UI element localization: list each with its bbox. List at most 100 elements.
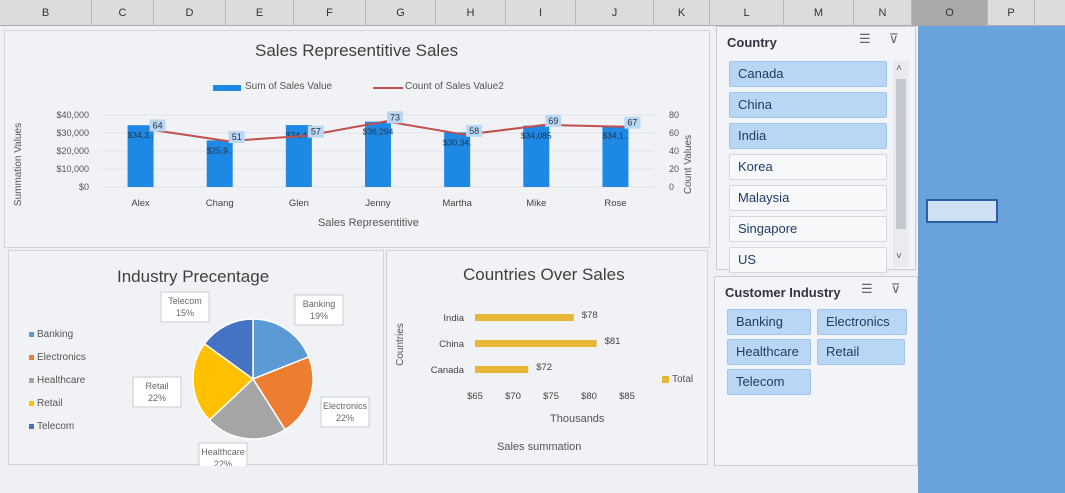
sales-rep-chart[interactable]: Sales Representitive Sales Sum of Sales … — [4, 30, 710, 248]
category-label: Alex — [131, 198, 150, 209]
country-bar[interactable] — [475, 366, 529, 373]
left-tick-label: $30,000 — [56, 128, 89, 138]
country-slicer-item[interactable]: Malaysia — [729, 185, 887, 211]
countries-sales-chart[interactable]: Countries Over Sales Countries Thousands… — [386, 250, 708, 465]
column-header-J[interactable]: J — [576, 0, 654, 26]
category-label: Chang — [206, 198, 234, 209]
pie-category-label: Banking — [303, 299, 336, 309]
pie-category-label: Electronics — [323, 401, 368, 411]
clear-filter-icon[interactable]: ⊽ — [889, 31, 899, 47]
country-slicer-header: Country — [727, 35, 777, 50]
right-tick-label: 20 — [669, 164, 679, 174]
industry-slicer[interactable]: Customer Industry ☰ ⊽ Banking Electronics… — [714, 276, 918, 466]
pie-percent-label: 19% — [310, 311, 328, 321]
clear-filter-icon[interactable]: ⊽ — [891, 281, 901, 297]
pie-percent-label: 22% — [214, 459, 232, 466]
country-bar[interactable] — [475, 314, 574, 321]
category-label: Jenny — [365, 198, 391, 209]
pie-percent-label: 15% — [176, 308, 194, 318]
column-header-I[interactable]: I — [506, 0, 576, 26]
country-x-tick: $70 — [505, 391, 521, 402]
column-header-F[interactable]: F — [294, 0, 366, 26]
industry-slicer-item[interactable]: Healthcare — [727, 339, 811, 365]
country-slicer-item[interactable]: India — [729, 123, 887, 149]
left-tick-label: $0 — [79, 182, 89, 192]
column-header-bar: BCDEFGHIJKLMNOP — [0, 0, 1065, 26]
industry-slicer-item[interactable]: Retail — [817, 339, 905, 365]
count-data-label: 69 — [548, 116, 558, 126]
country-value-label: $81 — [605, 336, 621, 347]
pie-percent-label: 22% — [336, 413, 354, 423]
left-tick-label: $10,000 — [56, 164, 89, 174]
left-tick-label: $20,000 — [56, 146, 89, 156]
column-header-E[interactable]: E — [226, 0, 294, 26]
column-header-B[interactable]: B — [0, 0, 92, 26]
country-x-tick: $75 — [543, 391, 559, 402]
industry-pie-chart[interactable]: Industry Precentage Banking Electronics He… — [8, 250, 384, 466]
country-x-tick: $65 — [467, 391, 483, 402]
country-category-label: India — [443, 313, 464, 324]
country-value-label: $78 — [582, 310, 598, 321]
category-label: Mike — [526, 198, 546, 209]
count-data-label: 67 — [627, 118, 637, 128]
country-category-label: Canada — [431, 365, 465, 376]
column-header-M[interactable]: M — [784, 0, 854, 26]
scroll-down-icon[interactable]: ˅ — [896, 251, 902, 262]
column-header-P[interactable]: P — [988, 0, 1035, 26]
column-header-K[interactable]: K — [654, 0, 710, 26]
country-x-tick: $85 — [619, 391, 635, 402]
column-header-C[interactable]: C — [92, 0, 154, 26]
country-slicer-item[interactable]: Canada — [729, 61, 887, 87]
column-header-G[interactable]: G — [366, 0, 436, 26]
countries-plot: India $78 China $81 Canada $72 $65 $70 $75 $80 $85 — [431, 310, 635, 402]
category-label: Martha — [442, 198, 472, 209]
scroll-up-icon[interactable]: ˄ — [896, 63, 902, 74]
scroll-thumb[interactable] — [896, 79, 906, 229]
count-data-label: 64 — [153, 120, 163, 130]
count-data-label: 51 — [232, 132, 242, 142]
country-slicer-item[interactable]: China — [729, 92, 887, 118]
multi-select-icon[interactable]: ☰ — [861, 281, 873, 297]
count-data-label: 73 — [390, 112, 400, 122]
industry-slicer-header: Customer Industry — [725, 285, 841, 300]
country-x-tick: $80 — [581, 391, 597, 402]
column-header-O[interactable]: O — [912, 0, 988, 26]
country-slicer-item[interactable]: Singapore — [729, 216, 887, 242]
left-tick-label: $40,000 — [56, 110, 89, 120]
right-tick-label: 60 — [669, 128, 679, 138]
column-header-N[interactable]: N — [854, 0, 912, 26]
country-slicer-item[interactable]: Korea — [729, 154, 887, 180]
country-category-label: China — [439, 339, 465, 350]
right-tick-label: 0 — [669, 182, 674, 192]
active-cell[interactable] — [926, 199, 998, 223]
country-value-label: $72 — [536, 362, 552, 373]
sales-data-label: $30,34. — [443, 137, 471, 147]
slicer-scrollbar[interactable]: ˄ ˅ — [893, 61, 909, 267]
count-data-label: 58 — [469, 126, 479, 136]
pie-category-label: Telecom — [168, 296, 202, 306]
sales-data-label: $34,1.. — [602, 131, 628, 141]
pie-percent-label: 22% — [148, 393, 166, 403]
country-slicer[interactable]: Country ☰ ⊽ Canada China India Korea Malaysi… — [716, 26, 916, 273]
country-slicer-item[interactable]: US — [729, 247, 887, 273]
industry-slicer-item[interactable]: Telecom — [727, 369, 811, 395]
pie-category-label: Retail — [145, 381, 168, 391]
sales-data-label: $34,085 — [521, 131, 552, 141]
pie-plot: Banking 19% Electronics 22% Healthcare 22% Ret… — [132, 291, 370, 466]
sales-data-label: $36,294 — [363, 127, 394, 137]
multi-select-icon[interactable]: ☰ — [859, 31, 871, 47]
column-header-H[interactable]: H — [436, 0, 506, 26]
count-data-label: 57 — [311, 127, 321, 137]
category-label: Rose — [604, 198, 626, 209]
category-label: Glen — [289, 198, 309, 209]
column-header-L[interactable]: L — [710, 0, 784, 26]
right-tick-label: 40 — [669, 146, 679, 156]
industry-slicer-item[interactable]: Electronics — [817, 309, 907, 335]
industry-slicer-item[interactable]: Banking — [727, 309, 811, 335]
country-bar[interactable] — [475, 340, 597, 347]
right-tick-label: 80 — [669, 110, 679, 120]
sales-data-label: $34,3.. — [128, 130, 154, 140]
column-header-D[interactable]: D — [154, 0, 226, 26]
pie-category-label: Healthcare — [201, 447, 245, 457]
sheet-background-right — [918, 26, 1065, 493]
